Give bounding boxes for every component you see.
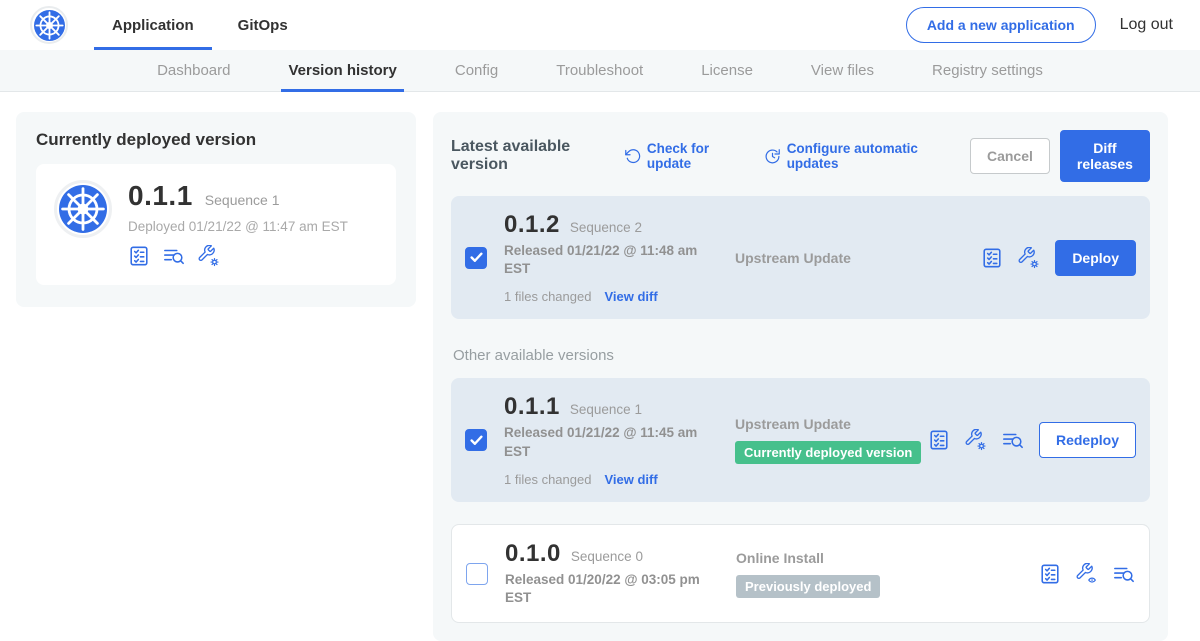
version-row-actions: [928, 429, 1024, 451]
version-status-badge: Currently deployed version: [735, 441, 921, 464]
version-checkbox[interactable]: [465, 429, 487, 451]
edit-config-icon[interactable]: [1018, 247, 1040, 269]
available-panel-header: Latest available version Check for updat…: [451, 130, 1150, 182]
view-config-icon[interactable]: [1076, 563, 1098, 585]
version-row: 0.1.2 Sequence 2 Released 01/21/22 @ 11:…: [451, 196, 1150, 319]
version-checkbox[interactable]: [465, 247, 487, 269]
files-changed-label: 1 files changed: [504, 472, 591, 487]
files-changed-label: 1 files changed: [504, 289, 591, 304]
latest-version-list: 0.1.2 Sequence 2 Released 01/21/22 @ 11:…: [451, 196, 1150, 319]
redeploy-button[interactable]: Redeploy: [1039, 422, 1136, 458]
version-row: 0.1.0 Sequence 0 Released 01/20/22 @ 03:…: [451, 524, 1150, 623]
version-info: 0.1.2 Sequence 2 Released 01/21/22 @ 11:…: [504, 211, 704, 304]
tab-license[interactable]: License: [672, 50, 782, 91]
version-sequence: Sequence 2: [570, 220, 642, 235]
edit-config-icon[interactable]: [198, 245, 220, 267]
other-versions-list: 0.1.1 Sequence 1 Released 01/21/22 @ 11:…: [451, 378, 1150, 623]
version-sequence: Sequence 0: [571, 549, 643, 564]
preflight-checks-icon[interactable]: [128, 245, 150, 267]
configure-updates-label: Configure automatic updates: [787, 141, 946, 171]
view-diff-link[interactable]: View diff: [604, 472, 657, 487]
available-versions-panel: Latest available version Check for updat…: [433, 112, 1168, 641]
version-released-timestamp: Released 01/20/22 @ 03:05 pm EST: [505, 571, 705, 607]
deployed-version-number: 0.1.1: [128, 180, 193, 212]
deployed-panel-title: Currently deployed version: [36, 130, 396, 150]
latest-available-title: Latest available version: [451, 138, 608, 174]
version-status-badge: Previously deployed: [736, 575, 880, 598]
tab-registry-settings[interactable]: Registry settings: [903, 50, 1072, 91]
version-checkbox[interactable]: [466, 563, 488, 585]
configure-automatic-updates-link[interactable]: Configure automatic updates: [764, 141, 946, 171]
version-number: 0.1.1: [504, 393, 560, 421]
deployed-version-card: 0.1.1 Sequence 1 Deployed 01/21/22 @ 11:…: [36, 164, 396, 285]
version-info: 0.1.0 Sequence 0 Released 01/20/22 @ 03:…: [505, 540, 705, 607]
tab-troubleshoot[interactable]: Troubleshoot: [527, 50, 672, 91]
diff-releases-button[interactable]: Diff releases: [1060, 130, 1150, 182]
logout-button[interactable]: Log out: [1120, 16, 1173, 34]
app-sub-nav: Dashboard Version history Config Trouble…: [0, 50, 1200, 92]
version-number: 0.1.0: [505, 540, 561, 568]
version-source-label: Online Install: [736, 550, 1039, 566]
deployed-timestamp: Deployed 01/21/22 @ 11:47 am EST: [128, 219, 348, 234]
tab-config[interactable]: Config: [426, 50, 527, 91]
deployed-version-sequence: Sequence 1: [205, 192, 280, 208]
version-released-timestamp: Released 01/21/22 @ 11:45 am EST: [504, 424, 704, 460]
preflight-checks-icon[interactable]: [928, 429, 950, 451]
deploy-logs-icon[interactable]: [163, 245, 185, 267]
version-row: 0.1.1 Sequence 1 Released 01/21/22 @ 11:…: [451, 378, 1150, 501]
tab-gitops-label: GitOps: [238, 17, 288, 34]
version-sequence: Sequence 1: [570, 402, 642, 417]
refresh-icon: [624, 148, 641, 165]
other-versions-title: Other available versions: [453, 347, 1150, 364]
version-info: 0.1.1 Sequence 1 Released 01/21/22 @ 11:…: [504, 393, 704, 486]
tab-application-label: Application: [112, 17, 194, 34]
tab-dashboard[interactable]: Dashboard: [128, 50, 259, 91]
version-source-label: Upstream Update: [735, 416, 928, 432]
version-row-actions: [981, 247, 1040, 269]
top-nav-right: Add a new application Log out: [906, 7, 1173, 43]
version-released-timestamp: Released 01/21/22 @ 11:48 am EST: [504, 242, 704, 278]
deploy-button[interactable]: Deploy: [1055, 240, 1136, 276]
check-for-update-link[interactable]: Check for update: [624, 141, 740, 171]
version-row-actions: [1039, 563, 1135, 585]
preflight-checks-icon[interactable]: [981, 247, 1003, 269]
add-application-button[interactable]: Add a new application: [906, 7, 1096, 43]
preflight-checks-icon[interactable]: [1039, 563, 1061, 585]
schedule-update-icon: [764, 148, 781, 165]
diff-actions: Cancel Diff releases: [970, 130, 1150, 182]
tab-view-files[interactable]: View files: [782, 50, 903, 91]
cancel-button[interactable]: Cancel: [970, 138, 1050, 174]
top-nav-tabs: Application GitOps: [90, 0, 310, 50]
tab-application[interactable]: Application: [90, 0, 216, 50]
check-for-update-label: Check for update: [647, 141, 740, 171]
version-source-label: Upstream Update: [735, 250, 981, 266]
kubernetes-logo-icon: [30, 6, 68, 44]
deployed-version-actions: [128, 245, 348, 267]
edit-config-icon[interactable]: [965, 429, 987, 451]
main-content: Currently deployed version 0.1.1 Sequenc…: [0, 92, 1200, 641]
view-diff-link[interactable]: View diff: [604, 289, 657, 304]
tab-gitops[interactable]: GitOps: [216, 0, 310, 50]
currently-deployed-panel: Currently deployed version 0.1.1 Sequenc…: [16, 112, 416, 307]
deploy-logs-icon[interactable]: [1002, 429, 1024, 451]
tab-version-history[interactable]: Version history: [259, 50, 425, 91]
deploy-logs-icon[interactable]: [1113, 563, 1135, 585]
version-number: 0.1.2: [504, 211, 560, 239]
app-logo-icon: [54, 180, 112, 238]
top-nav: Application GitOps Add a new application…: [0, 0, 1200, 50]
